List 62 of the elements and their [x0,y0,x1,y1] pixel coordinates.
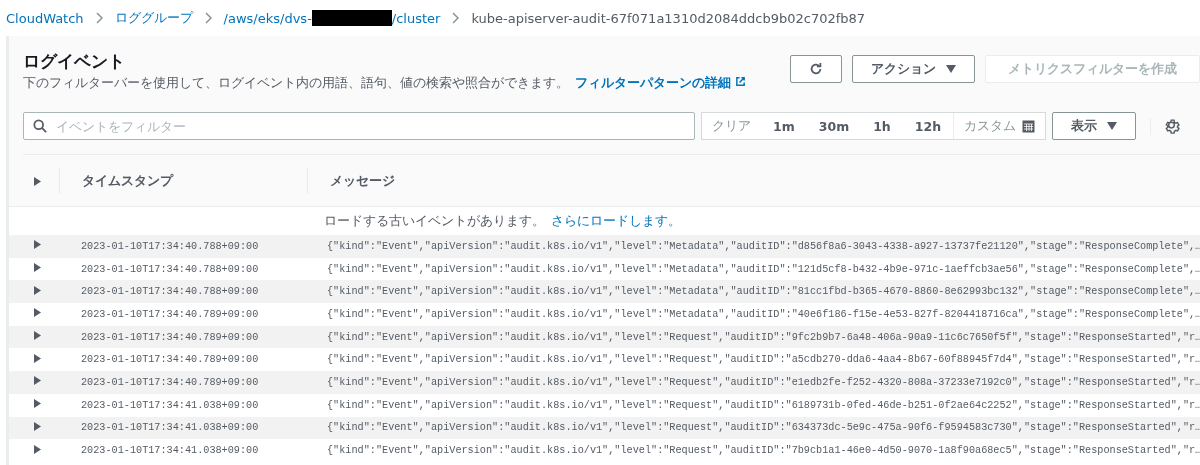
caret-icon[interactable] [33,285,41,295]
message-cell: {"kind":"Event","apiVersion":"audit.k8s.io/v1","level":"Request","auditID":"7b9cb1a1-46e0-4d50-9070-1a8f90a68ec5","stage":"ResponseStarted","r… [327,445,1200,457]
caret-icon[interactable] [33,308,41,318]
message-cell: {"kind":"Event","apiVersion":"audit.k8s.io/v1","level":"Metadata","auditID":"d856f8a6-3043-4338-a927-13737fe21120","stage":"ResponseComplete",… [327,240,1200,252]
caret-icon[interactable] [33,331,41,341]
panel-description: 下のフィルターバーを使用して、ログイベント内の用語、語句、値の検索や照合ができます。 フィルターパターンの詳細 [23,75,747,92]
external-link-icon [735,76,747,87]
timestamp-cell-text: 2023-01-10T17:34:41.038+09:00 [80,422,260,434]
breadcrumb-link[interactable]: /aws/eks/dvs- [223,10,312,26]
message-cell: {"kind":"Event","apiVersion":"audit.k8s.io/v1","level":"Request","auditID":"e1edb2fe-f252-4320-808a-37233e7192c0","stage":"ResponseStarted","r… [327,376,1200,388]
chevron-icon [204,11,212,24]
caret-icon[interactable] [33,177,41,186]
breadcrumb-link[interactable]: /cluster [391,10,441,26]
caret-icon[interactable] [33,240,41,250]
load-more-link[interactable]: さらにロードします。 [551,212,681,230]
caret-icon[interactable] [33,399,41,409]
message-cell: {"kind":"Event","apiVersion":"audit.k8s.io/v1","level":"Metadata","auditID":"81cc1fbd-b365-4670-8860-8e62993bc132","stage":"ResponseComplete",… [327,286,1200,298]
time-range-button[interactable]: 1h [861,113,903,139]
time-range-button[interactable]: 30m [806,113,862,139]
timestamp-cell-text: 2023-01-10T17:34:41.038+09:00 [80,399,260,411]
panel-title: ログイベント [23,50,126,73]
chevron-icon [452,11,460,24]
refresh-button[interactable] [790,55,842,83]
display-button[interactable]: 表示 [1052,112,1137,140]
timestamp-cell-text: 2023-01-10T17:34:40.788+09:00 [80,240,260,252]
chevron-icon [95,11,103,24]
message-cell: {"kind":"Event","apiVersion":"audit.k8s.io/v1","level":"Request","auditID":"6189731b-0fed-46de-b251-0f2ae64c2252","stage":"ResponseStarted","r… [327,399,1200,411]
caret-icon [946,65,956,73]
load-more-text: ロードする古いイベントがあります。 [324,212,545,230]
column-header: タイムスタンプ [59,167,307,194]
breadcrumb-current: kube-apiserver-audit-67f071a1310d2084ddcb9b02c702fb87 [471,10,866,26]
time-range-button[interactable]: 1m [761,113,807,139]
time-range-button[interactable]: 12h [902,113,954,139]
refresh-icon [809,62,823,76]
help-link[interactable]: フィルターパターンの詳細 [575,75,747,90]
timestamp-cell-text: 2023-01-10T17:34:40.789+09:00 [80,331,260,343]
message-cell: {"kind":"Event","apiVersion":"audit.k8s.io/v1","level":"Request","auditID":"a5cdb270-dda6-4aa4-8b67-60f88945f7d4","stage":"ResponseStarted","r… [327,354,1200,366]
caret-icon[interactable] [33,263,41,273]
timestamp-cell-text: 2023-01-10T17:34:40.789+09:00 [80,354,260,366]
caret-icon [1107,122,1118,130]
breadcrumb-link[interactable]: ロググループ [114,9,193,27]
message-cell: {"kind":"Event","apiVersion":"audit.k8s.io/v1","level":"Request","auditID":"634373dc-5e9c-475a-90f6-f9594583c730","stage":"ResponseStarted","r… [327,422,1200,434]
message-cell: {"kind":"Event","apiVersion":"audit.k8s.io/v1","level":"Metadata","auditID":"121d5cf8-b432-4b9e-971c-1aeffcb3ae56","stage":"ResponseComplete",… [327,263,1200,275]
calendar-icon [1022,119,1036,133]
clear-button[interactable]: クリア [702,113,761,139]
message-cell: {"kind":"Event","apiVersion":"audit.k8s.io/v1","level":"Request","auditID":"9fc2b9b7-6a48-406a-90a9-11c6c7650f5f","stage":"ResponseStarted","r… [327,331,1200,343]
column-header: メッセージ [307,167,1200,194]
search-field[interactable]: イベントをフィルター [23,112,695,140]
actions-button[interactable]: アクション [852,55,975,83]
timestamp-cell-text: 2023-01-10T17:34:40.788+09:00 [80,263,260,275]
caret-icon[interactable] [33,421,41,431]
timestamp-cell-text: 2023-01-10T17:34:40.789+09:00 [80,376,260,388]
custom-range-button[interactable]: カスタム [953,113,1046,139]
timestamp-cell-text: 2023-01-10T17:34:40.788+09:00 [80,286,260,298]
caret-icon[interactable] [33,376,41,386]
timestamp-cell-text: 2023-01-10T17:34:40.789+09:00 [80,308,260,320]
caret-icon[interactable] [33,353,41,363]
breadcrumb-link[interactable]: CloudWatch [6,10,84,26]
caret-icon[interactable] [33,444,41,454]
timestamp-cell-text: 2023-01-10T17:34:41.038+09:00 [80,445,260,457]
settings-icon[interactable] [1163,117,1181,135]
message-cell: {"kind":"Event","apiVersion":"audit.k8s.io/v1","level":"Metadata","auditID":"40e6f186-f15e-4e53-827f-8204418716ca","stage":"ResponseComplete",… [327,308,1200,320]
